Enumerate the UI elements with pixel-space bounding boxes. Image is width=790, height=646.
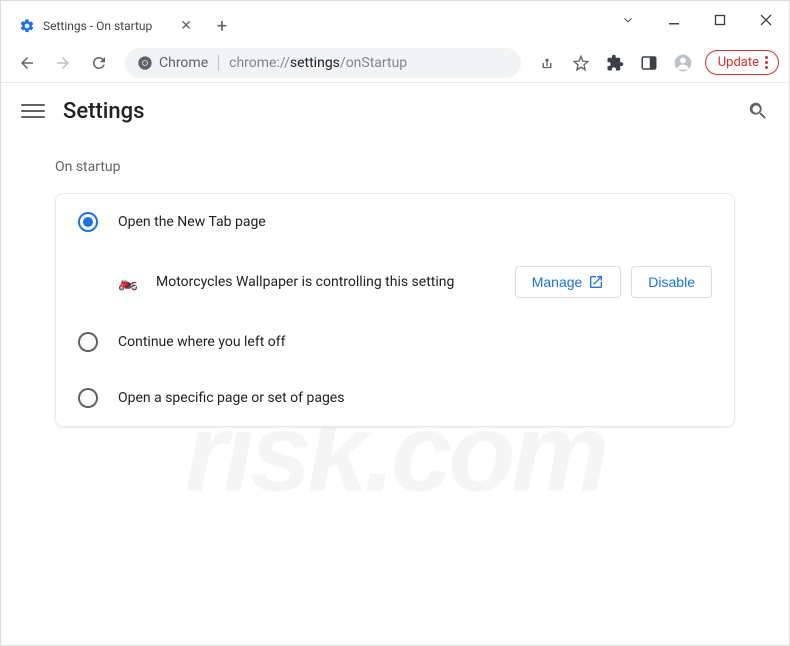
radio-icon[interactable] [78, 388, 98, 408]
omnibox-separator [218, 55, 219, 71]
reload-button[interactable] [83, 47, 115, 79]
page-content: PC risk.com Settings On startup Open the… [1, 83, 789, 645]
close-tab-icon[interactable]: ✕ [180, 18, 192, 34]
window-controls [605, 1, 789, 39]
update-button[interactable]: Update [705, 50, 779, 75]
radio-option-specific-pages[interactable]: Open a specific page or set of pages [56, 370, 734, 426]
forward-button[interactable] [47, 47, 79, 79]
omnibox[interactable]: Chrome chrome://settings/onStartup [125, 48, 521, 78]
url-segment: settings [290, 55, 340, 71]
new-tab-button[interactable]: + [208, 12, 236, 40]
disable-button[interactable]: Disable [631, 266, 712, 298]
chevron-down-icon[interactable] [605, 1, 651, 39]
page-title: Settings [63, 99, 144, 124]
url-suffix: /onStartup [340, 55, 407, 71]
extension-notice-row: 🏍️ Motorcycles Wallpaper is controlling … [56, 250, 734, 314]
minimize-button[interactable] [651, 1, 697, 39]
url-prefix: chrome:// [229, 55, 290, 71]
tab-strip: Settings - On startup ✕ + [1, 1, 789, 43]
radio-icon[interactable] [78, 332, 98, 352]
search-icon[interactable] [747, 100, 769, 122]
maximize-button[interactable] [697, 1, 743, 39]
radio-label: Open the New Tab page [118, 214, 266, 230]
gear-icon [19, 18, 35, 34]
manage-label: Manage [532, 274, 583, 290]
settings-header: Settings [1, 83, 789, 139]
update-label: Update [718, 55, 759, 70]
share-icon[interactable] [531, 47, 563, 79]
radio-option-new-tab[interactable]: Open the New Tab page [56, 194, 734, 250]
kebab-menu-icon [765, 56, 768, 69]
toolbar-right: Update [531, 47, 779, 79]
chrome-icon [137, 55, 153, 71]
open-in-new-icon [588, 274, 604, 290]
section-label: On startup [55, 159, 735, 175]
radio-label: Open a specific page or set of pages [118, 390, 344, 406]
radio-option-continue[interactable]: Continue where you left off [56, 314, 734, 370]
extensions-icon[interactable] [599, 47, 631, 79]
profile-icon[interactable] [667, 47, 699, 79]
back-button[interactable] [11, 47, 43, 79]
settings-body: On startup Open the New Tab page 🏍️ Moto… [1, 139, 789, 447]
browser-window: Settings - On startup ✕ + [0, 0, 790, 646]
hamburger-menu-icon[interactable] [21, 99, 45, 123]
manage-button[interactable]: Manage [515, 266, 622, 298]
chrome-chip: Chrome [137, 55, 208, 71]
bookmark-star-icon[interactable] [565, 47, 597, 79]
tab-title: Settings - On startup [43, 19, 152, 33]
chrome-chip-label: Chrome [159, 55, 208, 71]
radio-icon[interactable] [78, 212, 98, 232]
extension-icon: 🏍️ [118, 275, 138, 289]
disable-label: Disable [648, 274, 695, 290]
close-window-button[interactable] [743, 1, 789, 39]
browser-tab[interactable]: Settings - On startup ✕ [9, 9, 202, 43]
extension-notice-text: Motorcycles Wallpaper is controlling thi… [156, 274, 515, 290]
radio-label: Continue where you left off [118, 334, 286, 350]
startup-card: Open the New Tab page 🏍️ Motorcycles Wal… [55, 193, 735, 427]
side-panel-icon[interactable] [633, 47, 665, 79]
address-bar: Chrome chrome://settings/onStartup Updat [1, 43, 789, 83]
